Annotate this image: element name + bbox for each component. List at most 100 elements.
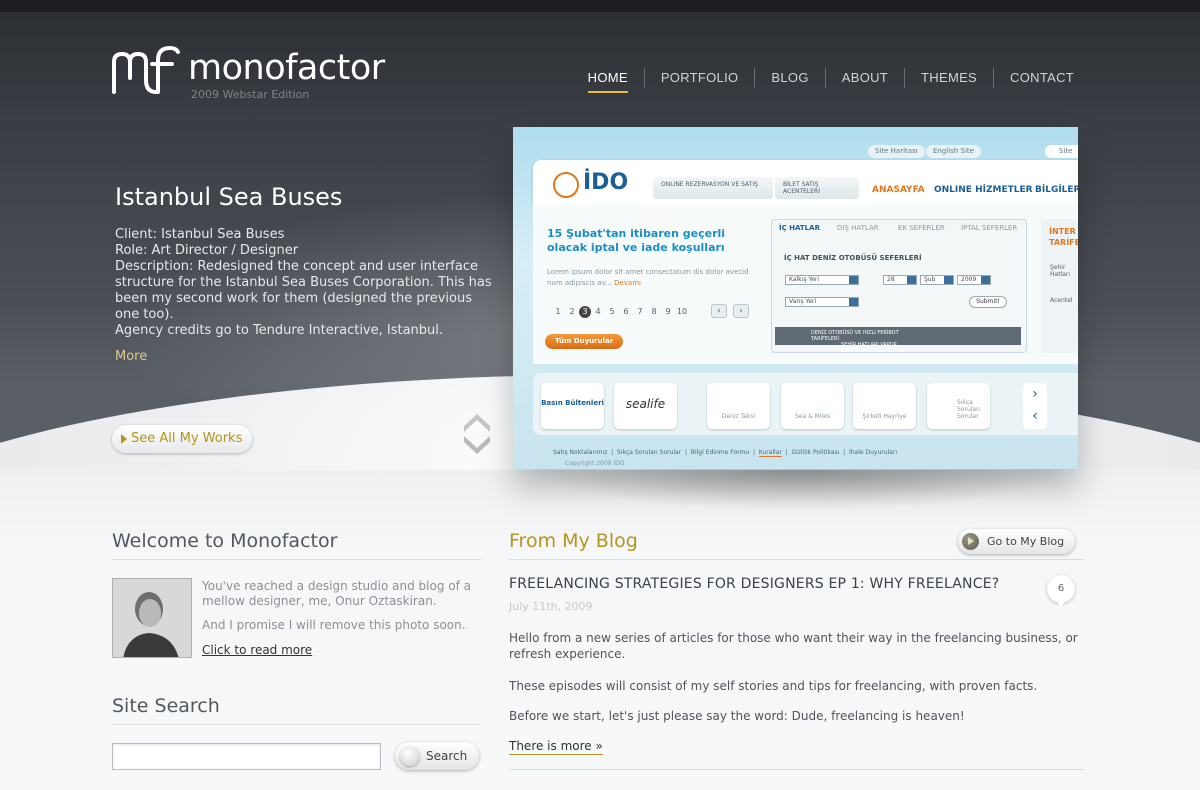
ido-page: 10 bbox=[676, 307, 688, 316]
ido-page: 6 bbox=[623, 307, 629, 316]
ido-footer-link: İhale Duyuruları bbox=[848, 449, 897, 456]
ido-footer-link: Sıkça Sorulan Sorular bbox=[617, 449, 682, 456]
project-description: Client: Istanbul Sea Buses Role: Art Dir… bbox=[115, 227, 495, 339]
ido-submit-button: Submit! bbox=[969, 296, 1007, 308]
welcome-text: You've reached a design studio and blog … bbox=[202, 579, 482, 633]
project-role: Role: Art Director / Designer bbox=[115, 243, 299, 258]
ido-timetable-left: DENİZ OTOBÜSÜ VE HIZLI FERİBOT TARİFELER… bbox=[811, 330, 899, 342]
ido-lorem-text: Lorem ipsum dolor sit amet consectatum d… bbox=[547, 268, 749, 287]
project-more-link[interactable]: More bbox=[115, 349, 147, 364]
project-client: Client: Istanbul Sea Buses bbox=[115, 227, 285, 242]
ido-tile-sealife: sealife bbox=[614, 383, 677, 429]
post-date: July 11th, 2009 bbox=[509, 600, 593, 613]
ido-tile-hayriye: Şirketi Hayriye bbox=[853, 383, 916, 429]
play-arrow-icon bbox=[962, 533, 979, 550]
nav-portfolio[interactable]: PORTFOLIO bbox=[643, 68, 755, 88]
ido-form-tab: DIŞ HATLAR bbox=[837, 224, 879, 232]
post-paragraph: Hello from a new series of articles for … bbox=[509, 631, 1078, 661]
author-avatar-icon bbox=[113, 579, 191, 657]
ido-search-field: Site bbox=[1045, 145, 1078, 158]
ido-tile-faq: Sıkça Sorulan Sorular bbox=[927, 383, 990, 429]
ido-footer-link: Satış Noktalarımız bbox=[553, 449, 608, 456]
ido-to-select: Varış Yeri bbox=[785, 297, 859, 307]
ido-menu-services: ONLINE HİZMETLER bbox=[934, 185, 1033, 195]
ido-page: 2 bbox=[569, 307, 575, 316]
ido-lorem-more: Devamı bbox=[614, 279, 641, 287]
welcome-divider bbox=[112, 559, 481, 560]
comment-count-badge[interactable]: 6 bbox=[1047, 575, 1075, 607]
ido-form-tab: İPTAL SEFERLER bbox=[961, 224, 1018, 232]
portfolio-screenshot[interactable]: Site Haritası English Site Site İDO ONLI… bbox=[513, 127, 1078, 469]
ido-lorem: Lorem ipsum dolor sit amet consectatum d… bbox=[547, 267, 757, 289]
ido-pagination: 1 2 3 4 5 6 7 8 9 10 bbox=[551, 306, 689, 318]
search-input[interactable] bbox=[112, 743, 381, 770]
ido-side-item: Acentel bbox=[1050, 297, 1073, 304]
ido-form-tab: İÇ HATLAR bbox=[779, 224, 820, 232]
post-title-link[interactable]: FREELANCING STRATEGIES FOR DESIGNERS EP … bbox=[509, 576, 999, 592]
ido-day-select: 28 bbox=[883, 275, 917, 285]
ido-menu-info: BİLGİLER bbox=[1035, 185, 1078, 195]
nav-home[interactable]: HOME bbox=[572, 68, 644, 93]
screenshot-shadow bbox=[530, 470, 1070, 510]
ido-page: 5 bbox=[609, 307, 615, 316]
ido-tile-taxi: Deniz Taksi bbox=[707, 383, 770, 429]
ido-form-tab: EK SEFERLER bbox=[898, 224, 945, 232]
ido-next-icon: › bbox=[733, 304, 749, 318]
project-desc-text: Description: Redesigned the concept and … bbox=[115, 259, 492, 322]
ido-menu-home: ANASAYFA bbox=[872, 185, 925, 195]
blog-divider bbox=[509, 559, 1084, 560]
ido-logo: İDO bbox=[583, 170, 629, 195]
ido-footer-link: Bilgi Edinme Formu bbox=[690, 449, 750, 456]
ido-page: 4 bbox=[595, 307, 601, 316]
ido-page: 7 bbox=[637, 307, 643, 316]
ido-logo-icon bbox=[553, 172, 579, 198]
nav-blog[interactable]: BLOG bbox=[754, 68, 824, 88]
search-divider bbox=[112, 724, 481, 725]
nav-themes[interactable]: THEMES bbox=[904, 68, 993, 88]
search-button[interactable]: Search bbox=[395, 742, 479, 770]
ido-side-title: İNTER TARİFE bbox=[1049, 227, 1078, 247]
project-title: Istanbul Sea Buses bbox=[115, 183, 343, 211]
ido-footer-links: Satış Noktalarımız | Sıkça Sorulan Sorul… bbox=[553, 449, 897, 457]
ido-page: 8 bbox=[651, 307, 657, 316]
nav-about[interactable]: ABOUT bbox=[824, 68, 904, 88]
ido-month-select: Şub bbox=[920, 275, 954, 285]
project-agency: Agency credits go to Tendure Interactive… bbox=[115, 323, 444, 338]
ido-page: 9 bbox=[665, 307, 671, 316]
ido-copyright: Copyright 2009 İDO bbox=[565, 460, 625, 467]
welcome-title: Welcome to Monofactor bbox=[112, 530, 338, 552]
ido-year-field: 2009 bbox=[957, 275, 991, 285]
post-paragraph: These episodes will consist of my self s… bbox=[509, 679, 1038, 693]
ido-sitemap-button: Site Haritası bbox=[868, 145, 925, 158]
ido-timetable-right: ŞEHİR HATLARI VAPUR TARİFELERİ bbox=[841, 342, 898, 354]
blog-bottom-divider bbox=[509, 769, 1084, 770]
slider-up-down-arrows-icon[interactable] bbox=[462, 410, 492, 458]
blog-title: From My Blog bbox=[509, 530, 638, 552]
ido-page-current: 3 bbox=[579, 306, 591, 318]
site-search-title: Site Search bbox=[112, 695, 220, 717]
ido-english-button: English Site bbox=[926, 145, 981, 158]
ido-tile-miles: Sea & Miles bbox=[781, 383, 844, 429]
logo-subtitle: 2009 Webstar Edition bbox=[191, 88, 310, 101]
nav-contact[interactable]: CONTACT bbox=[993, 68, 1086, 88]
read-more-link[interactable]: Click to read more bbox=[202, 643, 312, 657]
ido-from-select: Kalkış Yeri bbox=[785, 275, 859, 285]
ido-all-news-button: Tüm Duyurular bbox=[545, 334, 623, 349]
author-photo bbox=[112, 578, 192, 658]
welcome-text-1: You've reached a design studio and blog … bbox=[202, 579, 472, 608]
ido-headline: 15 Şubat'tan itibaren geçerli olacak ipt… bbox=[547, 227, 726, 254]
ido-tab-agents: BİLET SATIŞ ACENTELERİ bbox=[775, 177, 859, 199]
ido-footer-link: Kurallar bbox=[758, 449, 782, 457]
monofactor-logo-icon[interactable] bbox=[110, 44, 182, 96]
see-all-works-button[interactable]: See All My Works bbox=[112, 425, 252, 453]
there-is-more-link[interactable]: There is more » bbox=[509, 739, 603, 755]
ido-tile-press: Basın Bültenleri bbox=[541, 383, 604, 429]
go-to-blog-button[interactable]: Go to My Blog bbox=[958, 529, 1075, 554]
main-nav: HOME PORTFOLIO BLOG ABOUT THEMES CONTACT bbox=[572, 68, 1086, 93]
ido-prev-icon: ‹ bbox=[711, 304, 727, 318]
logo-text[interactable]: monofactor bbox=[188, 48, 385, 88]
ido-page: 1 bbox=[555, 307, 561, 316]
go-to-blog-label: Go to My Blog bbox=[987, 535, 1065, 548]
ido-tab-online: ONLINE REZERVASYON VE SATIŞ bbox=[653, 177, 773, 199]
ido-side-item: Şehir Hatları bbox=[1050, 264, 1071, 278]
